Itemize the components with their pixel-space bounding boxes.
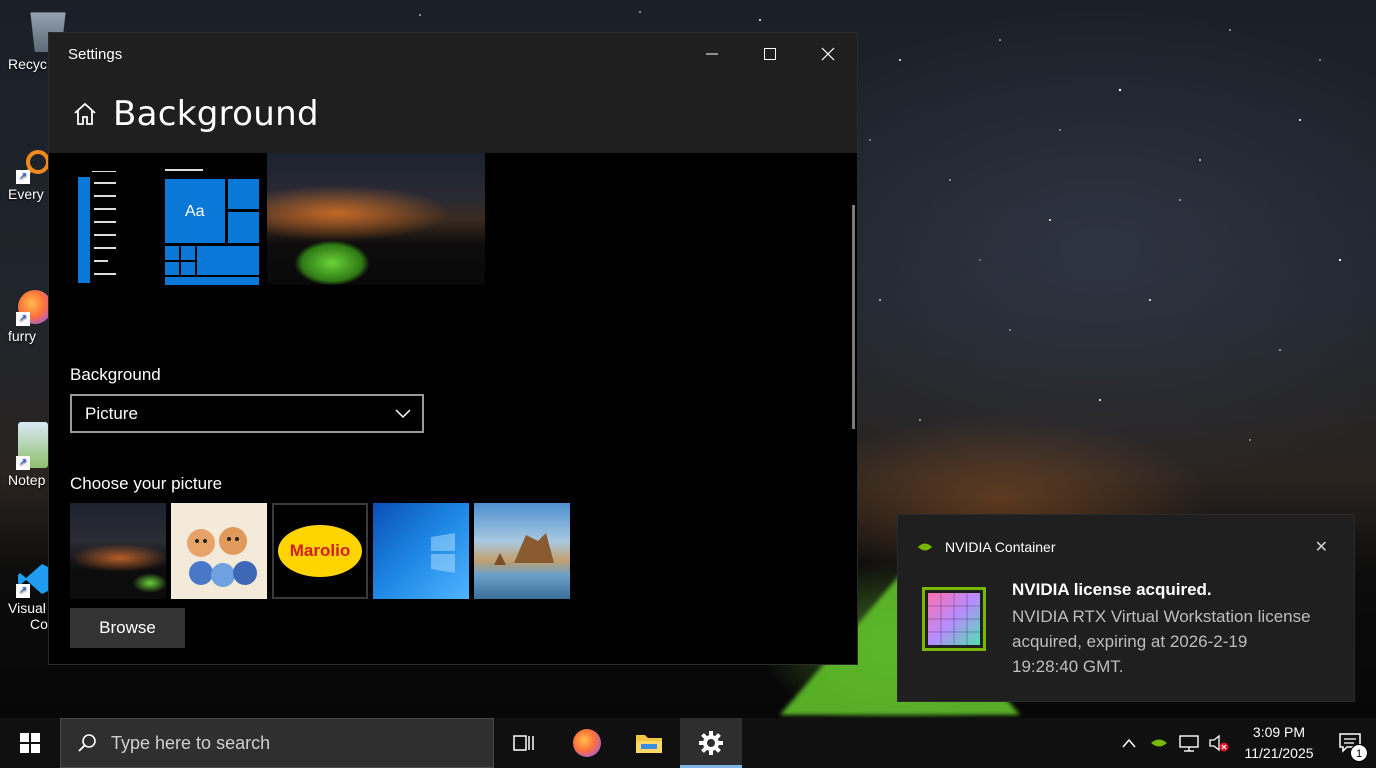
clock-time: 3:09 PM xyxy=(1252,724,1306,740)
thumbnail-night-sky[interactable] xyxy=(70,503,166,599)
shortcut-arrow-icon: ↗ xyxy=(16,312,30,326)
scrollbar[interactable] xyxy=(852,205,855,429)
notification-body: NVIDIA RTX Virtual Workstation license a… xyxy=(1012,607,1311,676)
notification-app-header: NVIDIA Container xyxy=(917,539,1056,555)
taskbar: Type here to search 3:09 PM 11/21/2025 1 xyxy=(0,718,1376,768)
title-bar[interactable]: Settings xyxy=(49,33,857,75)
browse-button[interactable]: Browse xyxy=(70,608,185,648)
clock-button[interactable]: 3:09 PM 11/21/2025 xyxy=(1234,722,1324,764)
maximize-button[interactable] xyxy=(741,33,799,75)
page-title: Background xyxy=(113,94,319,134)
thumbnail-marolio[interactable]: Marolio xyxy=(272,503,368,599)
taskbar-firefox[interactable] xyxy=(556,718,618,768)
thumbnail-cartoon-dogs[interactable] xyxy=(171,503,267,599)
shortcut-arrow-icon: ↗ xyxy=(16,584,30,598)
show-hidden-icons-button[interactable] xyxy=(1114,718,1144,768)
settings-content: Aa Background Picture Choose your pictur… xyxy=(49,153,857,665)
everything-search-icon: ↗ xyxy=(16,148,52,184)
volume-muted-icon xyxy=(1209,734,1229,752)
task-view-button[interactable] xyxy=(494,718,556,768)
choose-picture-label: Choose your picture xyxy=(70,474,223,493)
background-dropdown[interactable]: Picture xyxy=(70,394,424,433)
minimize-button[interactable] xyxy=(683,33,741,75)
settings-icon xyxy=(699,731,723,755)
start-button[interactable] xyxy=(0,718,60,768)
thumbnail-beach-rocks[interactable] xyxy=(474,503,570,599)
system-tray: 3:09 PM 11/21/2025 1 xyxy=(1114,718,1376,768)
nvidia-icon xyxy=(918,543,932,551)
chevron-up-icon xyxy=(1122,738,1136,748)
notification-app-name: NVIDIA Container xyxy=(945,539,1056,555)
thumbnail-windows-blue[interactable] xyxy=(373,503,469,599)
shortcut-arrow-icon: ↗ xyxy=(16,170,30,184)
taskbar-search-box[interactable]: Type here to search xyxy=(60,718,494,768)
preview-start-tiles: Aa xyxy=(165,169,260,285)
minimize-icon xyxy=(706,53,718,55)
network-button[interactable] xyxy=(1174,718,1204,768)
shortcut-arrow-icon: ↗ xyxy=(16,456,30,470)
preview-tile-text: Aa xyxy=(185,203,205,220)
notification-title: NVIDIA license acquired. xyxy=(1012,580,1212,599)
windows-logo-icon xyxy=(20,733,40,753)
maximize-icon xyxy=(764,48,776,60)
file-explorer-icon xyxy=(636,735,662,753)
task-view-icon xyxy=(513,735,534,751)
taskbar-file-explorer[interactable] xyxy=(618,718,680,768)
close-icon xyxy=(821,47,835,61)
close-button[interactable] xyxy=(799,33,857,75)
notification-count-badge: 1 xyxy=(1350,744,1368,762)
firefox-icon: ↗ xyxy=(16,290,52,326)
picture-thumbnails: Marolio xyxy=(70,503,570,599)
search-placeholder: Type here to search xyxy=(111,732,271,753)
taskbar-settings[interactable] xyxy=(680,718,742,768)
nvidia-icon xyxy=(1151,739,1167,747)
marolio-logo: Marolio xyxy=(278,525,362,577)
chevron-down-icon xyxy=(395,409,411,419)
preview-start-list xyxy=(78,171,116,283)
notepad-icon: ↗ xyxy=(16,422,48,470)
nvidia-tray-button[interactable] xyxy=(1144,718,1174,768)
settings-window: Settings Background Aa Background Pictur… xyxy=(48,32,858,665)
window-title: Settings xyxy=(68,45,123,63)
network-icon xyxy=(1179,735,1199,752)
firefox-icon xyxy=(573,729,601,757)
home-icon[interactable] xyxy=(70,99,100,129)
preview-wallpaper xyxy=(267,153,485,285)
background-preview: Aa xyxy=(76,153,486,285)
search-icon xyxy=(78,734,96,752)
nvidia-license-icon xyxy=(922,587,986,651)
volume-button[interactable] xyxy=(1204,718,1234,768)
notification-close-button[interactable]: ✕ xyxy=(1315,537,1328,557)
background-dropdown-value: Picture xyxy=(85,403,138,423)
notification-toast[interactable]: NVIDIA Container ✕ NVIDIA license acquir… xyxy=(897,514,1355,702)
action-center-button[interactable]: 1 xyxy=(1324,718,1376,768)
clock-date: 11/21/2025 xyxy=(1244,745,1314,761)
vscode-icon: ↗ xyxy=(16,562,52,598)
page-header: Background xyxy=(49,75,857,153)
background-label: Background xyxy=(70,365,161,384)
